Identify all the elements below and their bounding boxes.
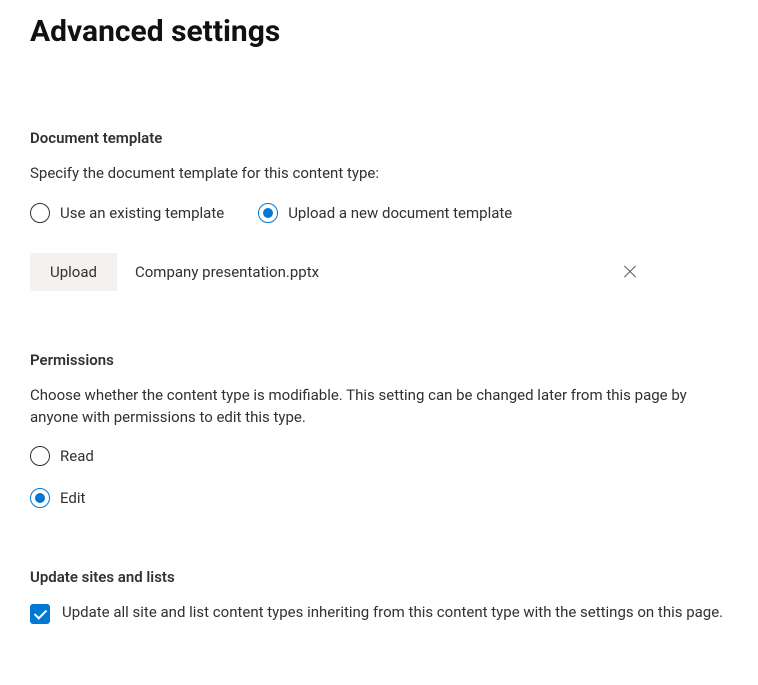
radio-icon-selected: [30, 488, 50, 508]
heading-document-template: Document template: [30, 129, 728, 147]
radio-label-edit: Edit: [60, 489, 85, 507]
radio-permission-read[interactable]: Read: [30, 446, 728, 466]
radio-icon-selected: [258, 203, 278, 223]
upload-button[interactable]: Upload: [30, 253, 117, 291]
clear-file-icon[interactable]: [622, 264, 638, 280]
radio-label-read: Read: [60, 447, 94, 465]
radio-upload-new-template[interactable]: Upload a new document template: [258, 203, 512, 223]
radio-permission-edit[interactable]: Edit: [30, 488, 728, 508]
section-document-template: Document template Specify the document t…: [30, 129, 728, 291]
uploaded-file-name: Company presentation.pptx: [135, 263, 602, 281]
section-update-sites: Update sites and lists Update all site a…: [30, 568, 728, 624]
template-radio-group: Use an existing template Upload a new do…: [30, 203, 728, 223]
desc-document-template: Specify the document template for this c…: [30, 163, 728, 185]
section-permissions: Permissions Choose whether the content t…: [30, 351, 728, 509]
radio-label-upload: Upload a new document template: [288, 204, 512, 222]
checkbox-icon-checked: [30, 604, 50, 624]
heading-permissions: Permissions: [30, 351, 728, 369]
page-title: Advanced settings: [30, 14, 728, 49]
radio-icon-unselected: [30, 446, 50, 466]
radio-icon-unselected: [30, 203, 50, 223]
radio-use-existing-template[interactable]: Use an existing template: [30, 203, 224, 223]
radio-label-existing: Use an existing template: [60, 204, 224, 222]
checkbox-label-update-all: Update all site and list content types i…: [62, 602, 723, 624]
desc-permissions: Choose whether the content type is modif…: [30, 385, 728, 429]
permissions-radio-group: Read Edit: [30, 446, 728, 508]
upload-row: Upload Company presentation.pptx: [30, 253, 728, 291]
heading-update-sites: Update sites and lists: [30, 568, 728, 586]
checkbox-update-all-sites[interactable]: Update all site and list content types i…: [30, 602, 728, 624]
